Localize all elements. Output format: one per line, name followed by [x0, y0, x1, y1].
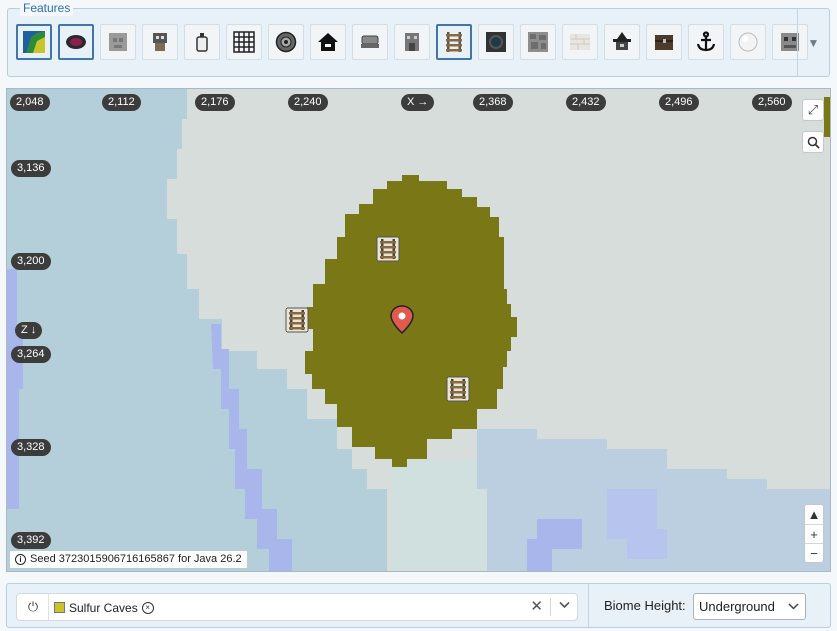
sandstone-icon — [570, 34, 590, 50]
biome-filter-select[interactable]: ⏻ Sulfur Caves × ✕ — [16, 593, 578, 621]
feature-ancient-city[interactable] — [478, 24, 514, 60]
biome-chip-label: Sulfur Caves — [69, 600, 138, 615]
divider — [550, 598, 551, 616]
witch-hut-icon — [613, 32, 631, 50]
x-tick-2432: 2,432 — [566, 94, 606, 111]
map-search-button[interactable] — [802, 131, 824, 153]
features-list — [16, 24, 808, 60]
feature-snow-ball[interactable] — [730, 24, 766, 60]
z-tick-3136: 3,136 — [11, 160, 51, 177]
zoom-in-button[interactable]: + — [805, 524, 823, 543]
north-arrow-icon: ▲ — [807, 507, 821, 522]
z-tick-3392: 3,392 — [11, 532, 51, 549]
feature-cobblestone[interactable] — [520, 24, 556, 60]
cobblestone-icon — [528, 32, 548, 52]
feature-pillager-outpost[interactable] — [142, 24, 178, 60]
zoom-out-button[interactable]: − — [805, 543, 823, 562]
z-axis-label: Z ↓ — [15, 322, 43, 339]
north-button[interactable]: ▲ — [805, 505, 823, 524]
fullscreen-icon: ⤢ — [807, 102, 819, 117]
rails-marker-south — [446, 376, 470, 402]
feature-ruined-portal[interactable] — [58, 24, 94, 60]
feature-treasure-chest[interactable] — [646, 24, 682, 60]
monument-icon — [275, 31, 297, 53]
features-panel: Features ▼ — [7, 0, 830, 77]
grid-icon — [233, 31, 255, 53]
chevron-down-icon — [788, 594, 799, 629]
power-toggle-button[interactable]: ⏻ — [21, 596, 45, 618]
mansion-icon — [405, 33, 419, 51]
feature-mansion[interactable] — [394, 24, 430, 60]
x-axis-label: X → — [401, 94, 435, 111]
feature-bottle[interactable] — [184, 24, 220, 60]
map-icon — [23, 31, 45, 53]
biome-height-select[interactable]: Underground — [693, 593, 806, 620]
feature-grid[interactable] — [226, 24, 262, 60]
biome-map[interactable]: 2,048 2,112 2,176 2,240 X → 2,368 2,432 … — [6, 88, 831, 572]
feature-witch-hut[interactable] — [604, 24, 640, 60]
x-tick-2176: 2,176 — [195, 94, 235, 111]
anchor-icon — [696, 31, 716, 52]
divider — [48, 594, 49, 620]
feature-shipwreck[interactable] — [688, 24, 724, 60]
x-tick-2368: 2,368 — [473, 94, 513, 111]
biome-color-swatch — [54, 602, 65, 613]
portal-icon — [66, 35, 86, 49]
x-tick-2048: 2,048 — [10, 94, 50, 111]
feature-ocean-monument[interactable] — [268, 24, 304, 60]
features-expand-button[interactable]: ▼ — [797, 9, 829, 76]
feature-desert-temple[interactable] — [562, 24, 598, 60]
clear-selection-button[interactable]: ✕ — [530, 597, 543, 615]
seed-info: i Seed 3723015906716165867 for Java 26.2 — [10, 551, 247, 568]
feature-minecart[interactable] — [352, 24, 388, 60]
chevron-down-icon[interactable] — [559, 599, 570, 613]
feature-stone-block[interactable] — [100, 24, 136, 60]
map-terrain — [7, 89, 830, 571]
features-legend: Features — [20, 0, 74, 16]
minecart-icon — [361, 35, 379, 48]
x-tick-2560: 2,560 — [752, 94, 792, 111]
snowball-icon — [738, 32, 758, 52]
outpost-icon — [153, 33, 167, 51]
z-tick-3200: 3,200 — [11, 253, 51, 270]
biome-height-label: Biome Height: — [604, 598, 686, 613]
x-tick-2240: 2,240 — [288, 94, 328, 111]
info-icon: i — [15, 554, 26, 565]
chip-remove-icon[interactable]: × — [141, 601, 154, 614]
rails-marker-north — [376, 236, 400, 262]
app-root: Features ▼ 2,048 2,112 2,176 2,240 X → 2… — [0, 0, 837, 631]
zoom-controls: ▲ + − — [804, 504, 824, 563]
rails-icon — [446, 32, 462, 52]
biome-chip-sulfur-caves[interactable]: Sulfur Caves × — [54, 599, 154, 616]
x-tick-2496: 2,496 — [659, 94, 699, 111]
bottom-toolbar: ⏻ Sulfur Caves × ✕ Biome Height: Undergr… — [6, 583, 831, 628]
light-plains-region — [392, 459, 487, 571]
fullscreen-button[interactable]: ⤢ — [802, 99, 824, 121]
feature-house[interactable] — [310, 24, 346, 60]
chevron-down-icon: ▼ — [807, 35, 820, 50]
chest-icon — [655, 35, 673, 50]
divider — [588, 584, 589, 627]
bottle-icon — [196, 33, 208, 52]
feature-biome-map[interactable] — [16, 24, 52, 60]
seed-text: Seed 3723015906716165867 for Java 26.2 — [30, 553, 242, 565]
search-icon — [807, 136, 820, 149]
biome-height-value: Underground — [699, 599, 775, 614]
house-icon — [318, 33, 338, 51]
feature-mineshaft-rails[interactable] — [436, 24, 472, 60]
z-tick-3328: 3,328 — [11, 439, 51, 456]
x-tick-2112: 2,112 — [102, 94, 141, 111]
rails-marker-west — [285, 307, 309, 333]
z-tick-3264: 3,264 — [11, 346, 51, 363]
power-icon: ⏻ — [27, 599, 39, 614]
ancient-city-icon — [486, 32, 506, 52]
stone-icon — [109, 33, 127, 51]
